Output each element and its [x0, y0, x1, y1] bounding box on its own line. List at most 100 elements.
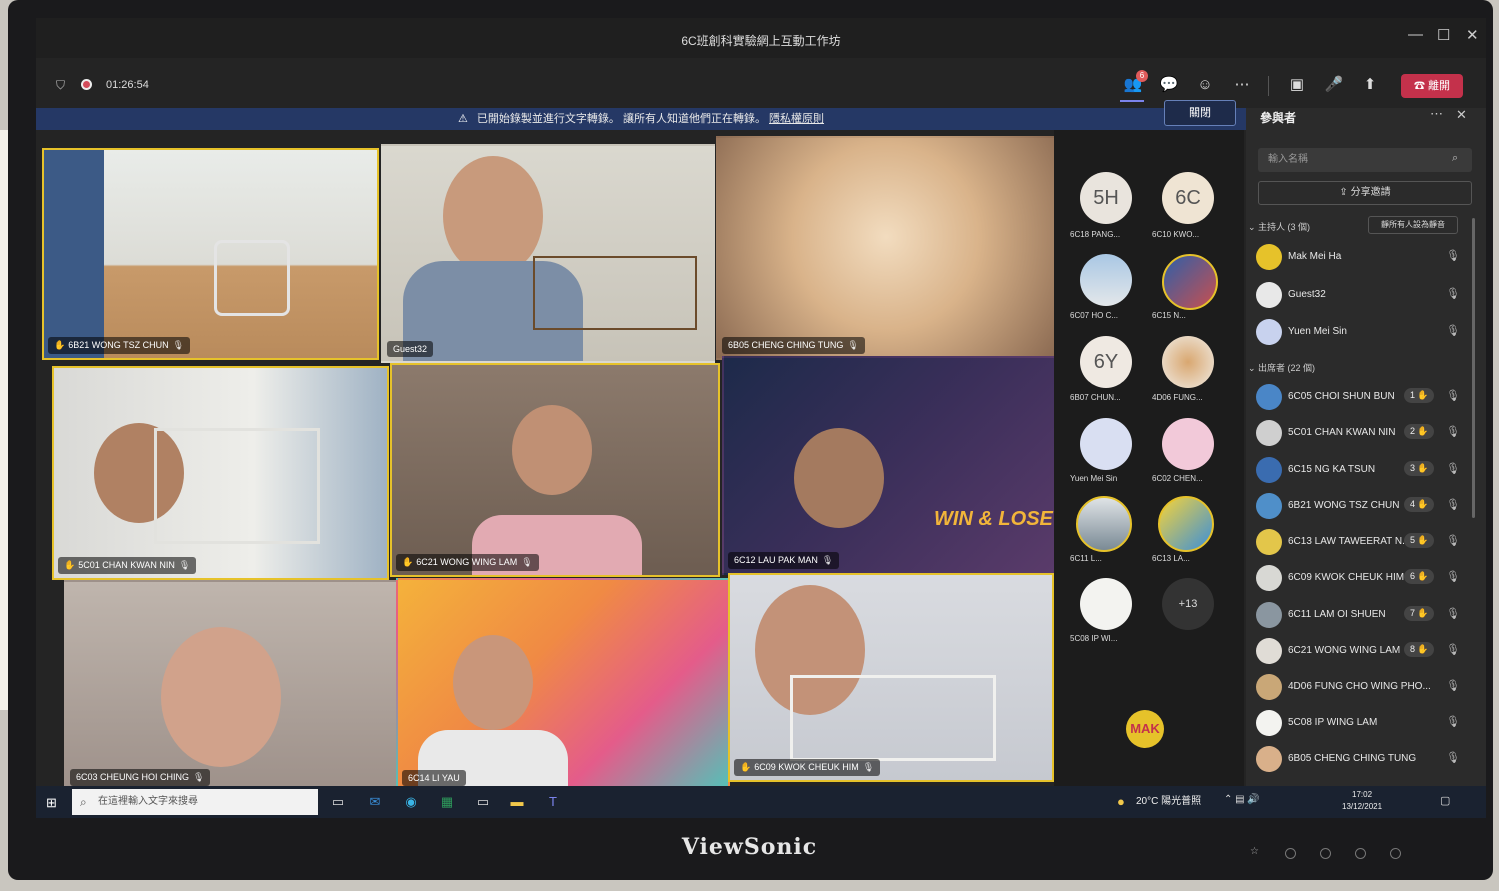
roster-avatar[interactable]: 5H — [1080, 172, 1132, 224]
mic-off-icon: 🎙 — [1446, 325, 1460, 337]
participant-name: 6B21 WONG TSZ CHUN — [1288, 500, 1400, 511]
attendee-row[interactable]: 4D06 FUNG CHO WING PHO... 🎙 — [1252, 672, 1472, 702]
roster-avatar[interactable] — [1080, 578, 1132, 630]
roster-avatar[interactable] — [1162, 418, 1214, 470]
system-tray-icons[interactable]: ⌃ ▤ 🔊 — [1224, 794, 1260, 805]
avatar — [1256, 384, 1282, 410]
participant-name: 6B05 CHENG CHING TUNG — [1288, 753, 1417, 764]
display-icon[interactable]: ▭ — [472, 792, 494, 812]
video-tile[interactable]: ✋ 5C01 CHAN KWAN NIN 🎙 — [52, 366, 389, 580]
attendee-row[interactable]: 6C21 WONG WING LAM 8 ✋ 🎙 — [1252, 636, 1472, 666]
roster-avatar[interactable] — [1162, 254, 1218, 310]
video-tile[interactable]: ✋ 6C09 KWOK CHEUK HIM 🎙 — [728, 573, 1054, 782]
overflow-avatar[interactable]: +13 — [1162, 578, 1214, 630]
video-tile[interactable]: 6B05 CHENG CHING TUNG 🎙 — [716, 136, 1056, 360]
mic-off-icon: 🎙 — [193, 772, 205, 782]
participant-name: 6C15 NG KA TSUN — [1288, 464, 1376, 475]
video-shape — [44, 150, 104, 358]
maximize-icon[interactable]: ☐ — [1437, 26, 1450, 44]
folder-icon[interactable]: ▬ — [506, 792, 528, 812]
attendee-row[interactable]: 6B05 CHENG CHING TUNG 🎙 — [1252, 744, 1472, 774]
attendee-row[interactable]: 5C08 IP WING LAM 🎙 — [1252, 708, 1472, 738]
monitor-button[interactable] — [1285, 848, 1296, 859]
minimize-icon[interactable]: — — [1408, 26, 1423, 43]
weather-text[interactable]: 20°C 陽光普照 — [1136, 788, 1201, 816]
host-row[interactable]: Mak Mei Ha 🎙 — [1252, 242, 1472, 272]
taskbar-search-input[interactable]: 在這裡輸入文字來搜尋 — [72, 789, 318, 815]
task-view-icon[interactable]: ▭ — [327, 792, 349, 812]
close-icon[interactable]: ✕ — [1456, 107, 1467, 123]
video-tile[interactable]: 6C03 CHEUNG HOI CHING 🎙 — [64, 580, 398, 792]
panel-scrollbar[interactable] — [1472, 218, 1475, 518]
attendee-row[interactable]: 6C09 KWOK CHEUK HIM 6 ✋ 🎙 — [1252, 563, 1472, 593]
leave-label: 離開 — [1428, 80, 1451, 92]
clock-time: 17:02 — [1352, 790, 1373, 799]
mail-icon[interactable]: ✉ — [364, 792, 386, 812]
roster-avatar[interactable] — [1158, 496, 1214, 552]
attendee-row[interactable]: 5C01 CHAN KWAN NIN 2 ✋ 🎙 — [1252, 418, 1472, 448]
video-tile[interactable]: 6C14 LI YAU — [396, 578, 730, 792]
more-icon[interactable]: ⋯ — [1229, 72, 1255, 98]
chat-icon[interactable]: 💬 — [1156, 72, 1182, 98]
hosts-header[interactable]: ⌄ 主持人 (3 個) — [1248, 220, 1310, 233]
mic-off-icon: 🎙 — [1446, 680, 1460, 692]
raised-hand-icon: ✋ — [1417, 608, 1429, 618]
clock[interactable]: 17:02 13/12/2021 — [1342, 789, 1382, 813]
roster-avatar[interactable]: 6C — [1162, 172, 1214, 224]
mute-all-button[interactable]: 靜所有人設為靜音 — [1368, 216, 1458, 234]
roster-avatar[interactable] — [1080, 254, 1132, 306]
video-tile[interactable]: Guest32 — [381, 144, 715, 363]
participant-name: Mak Mei Ha — [1288, 251, 1342, 262]
notification-icon[interactable]: ▢ — [1440, 794, 1450, 807]
mic-off-icon: 🎙 — [1446, 644, 1460, 656]
participant-name: 6C09 KWOK CHEUK HIM — [1288, 572, 1405, 583]
mic-icon[interactable]: 🎤 — [1321, 72, 1347, 98]
share-invite-button[interactable]: ⇪ 分享邀請 — [1258, 181, 1472, 205]
attendees-header[interactable]: ⌄ 出席者 (22 個) — [1248, 361, 1315, 374]
recording-banner: ⚠ 已開始錄製並進行文字轉錄。 讓所有人知道他們正在轉錄。 隱私權原則 — [36, 108, 1246, 130]
roster-avatar[interactable]: 6Y — [1080, 336, 1132, 388]
recording-icon — [81, 79, 92, 90]
attendee-row[interactable]: 6C05 CHOI SHUN BUN 1 ✋ 🎙 — [1252, 382, 1472, 412]
participant-name: Yuen Mei Sin — [1288, 326, 1347, 337]
attendee-row[interactable]: 6C11 LAM OI SHUEN 7 ✋ 🎙 — [1252, 600, 1472, 630]
privacy-link[interactable]: 隱私權原則 — [769, 113, 824, 125]
host-row[interactable]: Guest32 🎙 — [1252, 280, 1472, 310]
roster-name: 6C13 LA... — [1152, 554, 1190, 563]
roster-avatar[interactable] — [1076, 496, 1132, 552]
more-icon[interactable]: ⋯ — [1430, 106, 1443, 122]
tile-name: 6C12 LAU PAK MAN 🎙 — [728, 552, 840, 569]
video-tile[interactable]: WIN & LOSE 6C12 LAU PAK MAN 🎙 — [722, 356, 1056, 575]
attendee-row[interactable]: 6C13 LAW TAWEERAT N... 5 ✋ 🎙 — [1252, 527, 1472, 557]
banner-close-button[interactable]: 關閉 — [1164, 100, 1236, 126]
attendee-row[interactable]: 6B21 WONG TSZ CHUN 4 ✋ 🎙 — [1252, 491, 1472, 521]
tile-name: 6C03 CHEUNG HOI CHING 🎙 — [70, 769, 211, 786]
attendee-row[interactable]: 6C15 NG KA TSUN 3 ✋ 🎙 — [1252, 455, 1472, 485]
roster-name: 6C18 PANG... — [1070, 230, 1121, 239]
monitor-button[interactable] — [1320, 848, 1331, 859]
roster-name: 6C07 HO C... — [1070, 311, 1119, 320]
roster-avatar[interactable] — [1162, 336, 1214, 388]
roster-name: 6B07 CHUN... — [1070, 393, 1121, 402]
avatar — [1256, 457, 1282, 483]
teams-icon[interactable]: T — [542, 792, 564, 812]
close-icon[interactable]: ✕ — [1466, 26, 1479, 44]
self-avatar[interactable]: MAK — [1126, 710, 1164, 748]
hand-order-badge: 1 ✋ — [1404, 388, 1435, 403]
excel-icon[interactable]: ▦ — [436, 792, 458, 812]
monitor-button[interactable] — [1355, 848, 1366, 859]
tile-name: 6C14 LI YAU — [402, 770, 466, 786]
host-row[interactable]: Yuen Mei Sin 🎙 — [1252, 317, 1472, 347]
video-tile[interactable]: ✋ 6C21 WONG WING LAM 🎙 — [390, 363, 720, 577]
roster-avatar[interactable] — [1080, 418, 1132, 470]
power-button[interactable] — [1390, 848, 1401, 859]
participant-search-input[interactable]: 輸入名稱 — [1258, 148, 1472, 172]
person-face — [161, 627, 281, 767]
video-tile[interactable]: ✋ 6B21 WONG TSZ CHUN 🎙 — [42, 148, 379, 360]
share-screen-icon[interactable]: ⬆ — [1357, 72, 1383, 98]
camera-off-icon[interactable]: ▣ — [1284, 72, 1310, 98]
edge-icon[interactable]: ◉ — [400, 792, 422, 812]
reactions-icon[interactable]: ☺ — [1192, 72, 1218, 98]
leave-button[interactable]: ☎ 離開 — [1401, 74, 1463, 98]
windows-start-icon[interactable]: ⊞ — [46, 795, 57, 811]
